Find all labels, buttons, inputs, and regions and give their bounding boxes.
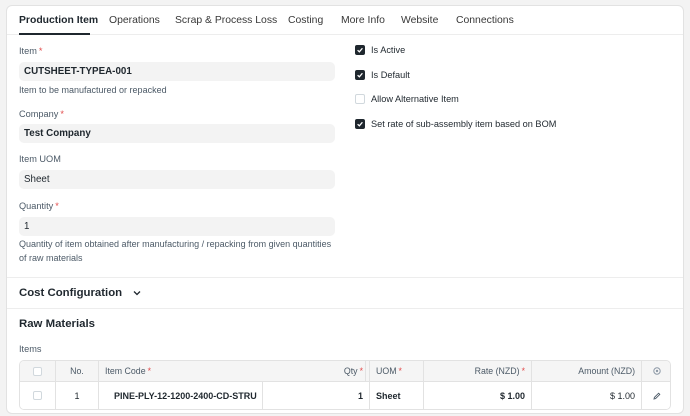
row-edit-cell[interactable] xyxy=(642,382,670,409)
tab-costing[interactable]: Costing xyxy=(288,15,323,26)
is-active-label: Is Active xyxy=(371,45,406,55)
tab-connections[interactable]: Connections xyxy=(456,15,514,26)
tab-production-item[interactable]: Production Item xyxy=(19,15,98,26)
column-header-qty: Qty * xyxy=(263,361,370,381)
table-row[interactable]: 1 PINE-PLY-12-1200-2400-CD-STRU 1 Sheet … xyxy=(20,382,670,409)
cost-configuration-section-header[interactable]: Cost Configuration xyxy=(19,287,142,299)
column-header-rate-text: Rate (NZD) xyxy=(474,366,520,376)
quantity-description-line-1: Quantity of item obtained after manufact… xyxy=(19,239,332,249)
column-header-uom: UOM * xyxy=(370,361,424,381)
form-tabs: Production Item Operations Scrap & Proce… xyxy=(7,6,683,35)
table-header-row: No. Item Code * Qty * UOM * Rate (NZD) * Amo… xyxy=(20,361,670,382)
row-item-code[interactable]: PINE-PLY-12-1200-2400-CD-STRU xyxy=(99,382,263,409)
item-uom-label: Item UOM xyxy=(19,154,61,164)
required-mark: * xyxy=(38,46,43,56)
required-mark: * xyxy=(359,366,363,376)
quantity-label-text: Quantity xyxy=(19,201,54,211)
required-mark: * xyxy=(147,366,152,376)
quantity-field[interactable]: 1 xyxy=(19,217,335,236)
set-rate-sub-assembly-checkbox[interactable] xyxy=(355,119,365,129)
bom-form-card: Production Item Operations Scrap & Proce… xyxy=(6,5,684,414)
section-divider xyxy=(7,308,683,309)
set-rate-sub-assembly-label: Set rate of sub-assembly item based on B… xyxy=(371,119,557,129)
column-header-qty-text: Qty xyxy=(343,366,358,376)
row-select-cell[interactable] xyxy=(20,382,56,409)
is-active-checkbox[interactable] xyxy=(355,45,365,55)
row-select-checkbox[interactable] xyxy=(33,391,42,400)
allow-alternative-item-label: Allow Alternative Item xyxy=(371,94,459,104)
raw-materials-table: No. Item Code * Qty * UOM * Rate (NZD) * Amo… xyxy=(19,360,671,410)
item-description: Item to be manufactured or repacked xyxy=(19,85,167,95)
items-table-label: Items xyxy=(19,344,42,354)
item-label-text: Item xyxy=(19,46,37,56)
column-header-no: No. xyxy=(56,361,99,381)
tab-more-info[interactable]: More Info xyxy=(341,15,385,26)
company-label: Company * xyxy=(19,109,64,119)
column-header-amount: Amount (NZD) xyxy=(532,361,642,381)
set-rate-sub-assembly-checkbox-row[interactable]: Set rate of sub-assembly item based on B… xyxy=(355,119,556,129)
column-header-item-code-text: Item Code xyxy=(105,366,146,376)
tab-scrap-process-loss[interactable]: Scrap & Process Loss xyxy=(175,15,277,26)
is-active-checkbox-row[interactable]: Is Active xyxy=(355,45,405,55)
checkmark-icon xyxy=(357,72,363,78)
tab-operations[interactable]: Operations xyxy=(109,15,160,26)
is-default-checkbox[interactable] xyxy=(355,70,365,80)
active-tab-indicator xyxy=(19,33,90,35)
company-field[interactable]: Test Company xyxy=(19,124,335,143)
item-field[interactable]: CUTSHEET-TYPEA-001 xyxy=(19,62,335,81)
row-qty[interactable]: 1 xyxy=(263,382,370,409)
required-mark: * xyxy=(398,366,402,376)
item-label: Item * xyxy=(19,46,42,56)
edit-pencil-icon[interactable] xyxy=(652,391,662,401)
quantity-description-line-2: of raw materials xyxy=(19,253,83,263)
item-uom-field[interactable]: Sheet xyxy=(19,170,335,189)
cost-configuration-title: Cost Configuration xyxy=(19,287,123,299)
column-header-rate: Rate (NZD) * xyxy=(424,361,532,381)
section-divider xyxy=(7,277,683,278)
select-all-checkbox[interactable] xyxy=(33,366,42,376)
required-mark: * xyxy=(60,109,64,119)
column-header-uom-text: UOM xyxy=(376,366,397,376)
is-default-checkbox-row[interactable]: Is Default xyxy=(355,70,410,80)
select-all-cell[interactable] xyxy=(20,361,56,381)
quantity-label: Quantity * xyxy=(19,201,59,211)
row-rate[interactable]: $ 1.00 xyxy=(424,382,532,409)
company-label-text: Company xyxy=(19,109,59,119)
checkmark-icon xyxy=(357,47,363,53)
column-settings-cell[interactable] xyxy=(642,361,670,381)
required-mark: * xyxy=(55,201,59,211)
checkmark-icon xyxy=(357,121,363,127)
raw-materials-title: Raw Materials xyxy=(19,318,95,330)
gear-icon[interactable] xyxy=(652,366,662,376)
is-default-label: Is Default xyxy=(371,70,410,80)
row-no: 1 xyxy=(56,382,99,409)
row-amount: $ 1.00 xyxy=(532,382,642,409)
allow-alternative-item-checkbox-row[interactable]: Allow Alternative Item xyxy=(355,94,459,104)
row-uom[interactable]: Sheet xyxy=(370,382,424,409)
chevron-down-icon xyxy=(133,291,141,296)
tab-website[interactable]: Website xyxy=(401,15,438,26)
required-mark: * xyxy=(521,366,525,376)
allow-alternative-item-checkbox[interactable] xyxy=(355,94,365,104)
